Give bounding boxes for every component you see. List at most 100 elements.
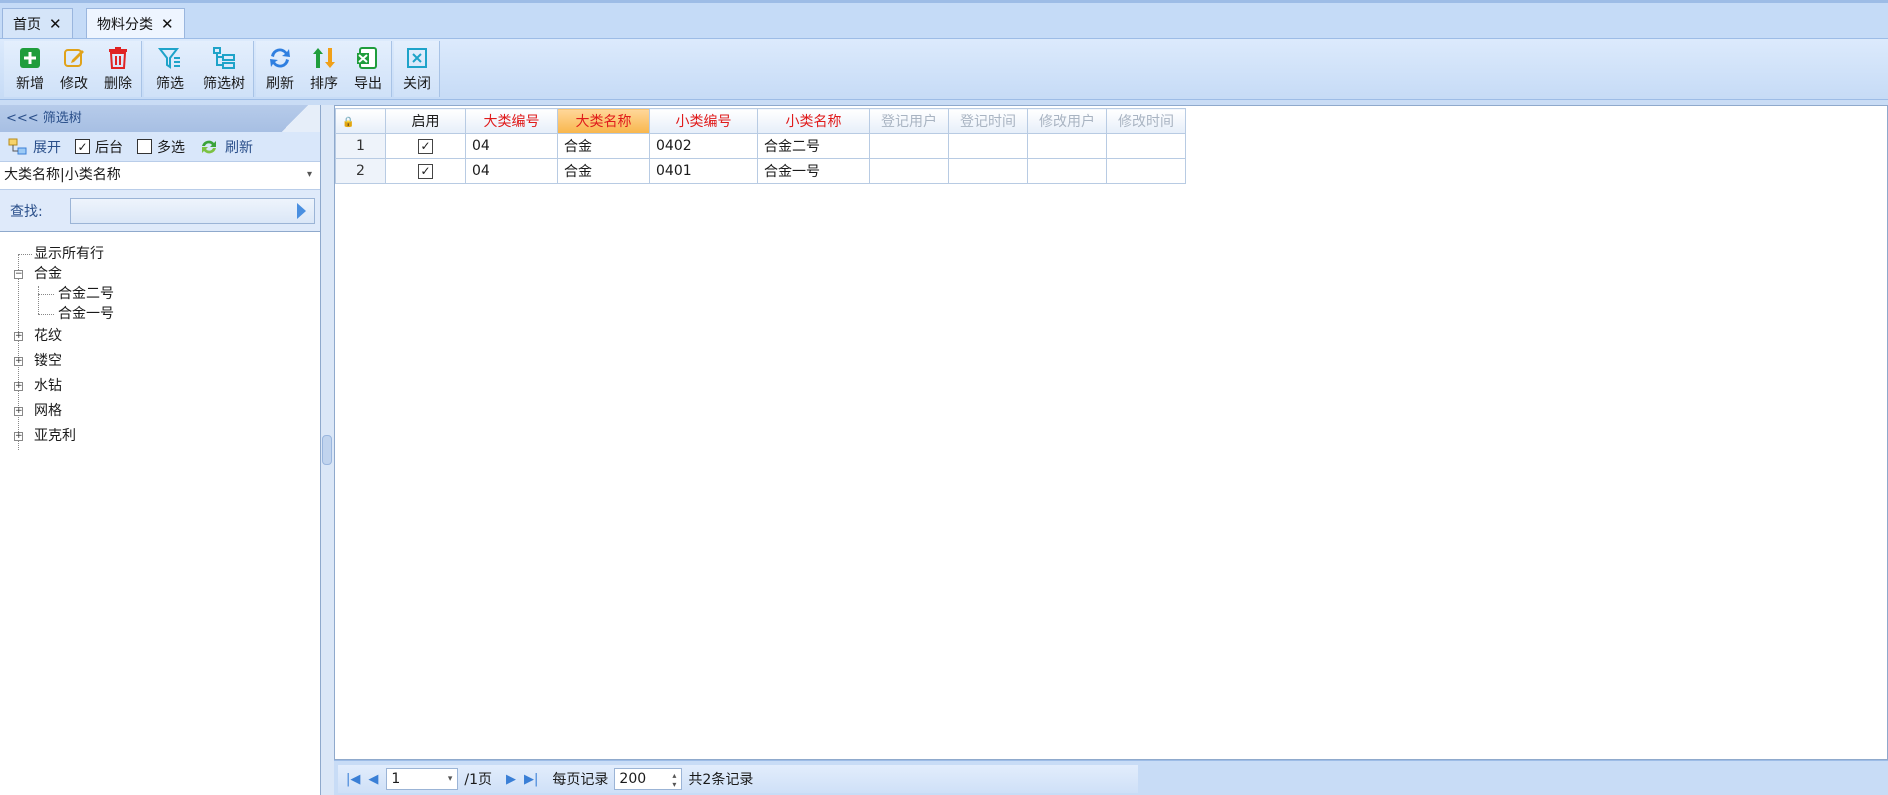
page-number-input[interactable]: 1 ▾ — [386, 768, 459, 790]
tree-line — [18, 254, 32, 255]
column-header[interactable]: 修改用户 — [1027, 108, 1107, 134]
tab-material-category[interactable]: 物料分类 ✕ — [86, 8, 185, 41]
export-button[interactable]: 导出 — [346, 45, 390, 95]
enabled-cell[interactable]: ✓ — [385, 158, 466, 184]
expand-button[interactable]: 展开 — [8, 137, 61, 157]
enabled-cell[interactable]: ✓ — [385, 133, 466, 159]
edit-button[interactable]: 修改 — [52, 45, 96, 95]
toolbar-group-close: 关闭 — [394, 41, 440, 97]
column-header[interactable]: 修改时间 — [1106, 108, 1186, 134]
table-cell[interactable] — [869, 158, 949, 184]
column-header[interactable]: 启用 — [385, 108, 466, 134]
grid-header-row: 🔒 启用 大类编号 大类名称 小类编号 小类名称 登记用户 登记时间 修改用户 … — [335, 108, 1186, 134]
tab-home[interactable]: 首页 ✕ — [2, 8, 73, 41]
spinner-icon[interactable]: ▴ ▾ — [672, 771, 676, 789]
tree-node-alloy[interactable]: 合金 — [34, 264, 62, 284]
close-button[interactable]: 关闭 — [395, 45, 439, 95]
column-header[interactable]: 大类编号 — [465, 108, 558, 134]
expand-icon[interactable]: + — [14, 357, 23, 366]
collapse-handle[interactable] — [322, 435, 332, 465]
add-button[interactable]: 新增 — [8, 45, 52, 95]
table-cell[interactable] — [1027, 133, 1107, 159]
multiselect-checkbox[interactable]: 多选 — [137, 137, 185, 157]
table-cell[interactable]: 04 — [465, 133, 558, 159]
table-cell[interactable]: 合金 — [557, 158, 650, 184]
table-cell[interactable]: 0402 — [649, 133, 758, 159]
delete-button[interactable]: 删除 — [96, 45, 140, 95]
tree-line — [38, 286, 39, 314]
expand-icon[interactable]: + — [14, 432, 23, 441]
table-cell[interactable]: 04 — [465, 158, 558, 184]
filter-button[interactable]: 筛选 — [148, 45, 192, 95]
filter-tree-header[interactable]: <<< 筛选树 — [0, 105, 320, 132]
panel-splitter[interactable] — [321, 105, 334, 795]
total-records: 共2条记录 — [688, 772, 754, 788]
filter-icon — [157, 48, 180, 69]
table-cell[interactable] — [1106, 158, 1186, 184]
table-cell[interactable]: 合金一号 — [757, 158, 870, 184]
tree-line — [38, 314, 54, 315]
table-cell[interactable] — [1106, 133, 1186, 159]
tree-search-bar: 查找: — [0, 190, 320, 232]
next-page-icon[interactable]: ▶ — [506, 772, 516, 787]
column-header[interactable]: 小类名称 — [757, 108, 870, 134]
tree-field-combo[interactable]: 大类名称|小类名称 ▾ — [0, 162, 320, 190]
tree-node-hollow[interactable]: 镂空 — [34, 351, 62, 371]
close-icon[interactable]: ✕ — [161, 15, 174, 33]
table-cell[interactable]: 0401 — [649, 158, 758, 184]
tree-node-rhinestone[interactable]: 水钻 — [34, 376, 62, 396]
column-header[interactable]: 小类编号 — [649, 108, 758, 134]
tree-search-input[interactable] — [70, 198, 315, 224]
expand-icon[interactable]: + — [14, 382, 23, 391]
last-page-icon[interactable]: ▶| — [524, 772, 538, 787]
expand-tree-icon — [8, 138, 27, 154]
filter-tree-button[interactable]: 筛选树 — [196, 45, 252, 95]
checkbox-icon[interactable]: ✓ — [418, 139, 433, 154]
search-go-icon[interactable] — [297, 203, 306, 219]
tree-node-alloy-2[interactable]: 合金二号 — [58, 284, 114, 304]
column-header[interactable]: 大类名称 — [557, 108, 650, 134]
column-header[interactable]: 登记时间 — [948, 108, 1028, 134]
table-cell[interactable] — [948, 133, 1028, 159]
per-page-label: 每页记录 — [552, 772, 609, 788]
table-row[interactable]: 2 ✓ 04 合金 0401 合金一号 — [335, 158, 1186, 184]
prev-page-icon[interactable]: ◀ — [368, 772, 378, 787]
expand-icon[interactable]: + — [14, 407, 23, 416]
plus-icon — [20, 48, 40, 68]
first-page-icon[interactable]: |◀ — [346, 772, 360, 787]
column-header[interactable]: 登记用户 — [869, 108, 949, 134]
table-cell[interactable] — [1027, 158, 1107, 184]
total-pages: /1页 — [464, 772, 493, 788]
background-checkbox[interactable]: ✓ 后台 — [75, 137, 123, 157]
table-cell[interactable] — [948, 158, 1028, 184]
tree-node-pattern[interactable]: 花纹 — [34, 326, 62, 346]
table-row[interactable]: 1 ✓ 04 合金 0402 合金二号 — [335, 133, 1186, 159]
checkbox-icon: ✓ — [75, 139, 90, 154]
pager-controls: |◀ ◀ 1 ▾ /1页 ▶ ▶| 每页记录 200 ▴ ▾ 共2条记录 — [338, 765, 1138, 793]
chevron-down-icon: ▾ — [306, 169, 312, 180]
excel-export-icon — [357, 47, 377, 69]
tree-node-alloy-1[interactable]: 合金一号 — [58, 304, 114, 324]
toolbar-group-filter: 筛选 筛选树 — [144, 41, 254, 97]
refresh-button[interactable]: 刷新 — [258, 45, 302, 95]
close-icon[interactable]: ✕ — [49, 15, 62, 33]
expand-icon[interactable]: + — [14, 332, 23, 341]
tree-node-mesh[interactable]: 网格 — [34, 401, 62, 421]
sort-button[interactable]: 排序 — [302, 45, 346, 95]
tab-label: 首页 — [13, 17, 41, 33]
table-cell[interactable] — [869, 133, 949, 159]
checkbox-icon[interactable]: ✓ — [418, 164, 433, 179]
refresh-icon — [202, 140, 216, 153]
table-cell[interactable]: 合金二号 — [757, 133, 870, 159]
tree-refresh-button[interactable]: 刷新 — [199, 137, 253, 157]
tree-node-acrylic[interactable]: 亚克利 — [34, 426, 76, 446]
table-cell[interactable]: 合金 — [557, 133, 650, 159]
refresh-icon — [270, 48, 290, 68]
collapse-icon[interactable]: − — [14, 270, 23, 279]
category-tree: 显示所有行 − 合金 合金二号 合金一号 + 花纹 + 镂空 + 水钻 + 网格… — [0, 242, 320, 792]
tree-line — [38, 294, 54, 295]
toolbar-group-edit: 新增 修改 删除 — [4, 41, 142, 97]
tree-node-show-all[interactable]: 显示所有行 — [34, 244, 104, 264]
header-corner — [270, 105, 320, 132]
per-page-input[interactable]: 200 ▴ ▾ — [614, 768, 683, 790]
